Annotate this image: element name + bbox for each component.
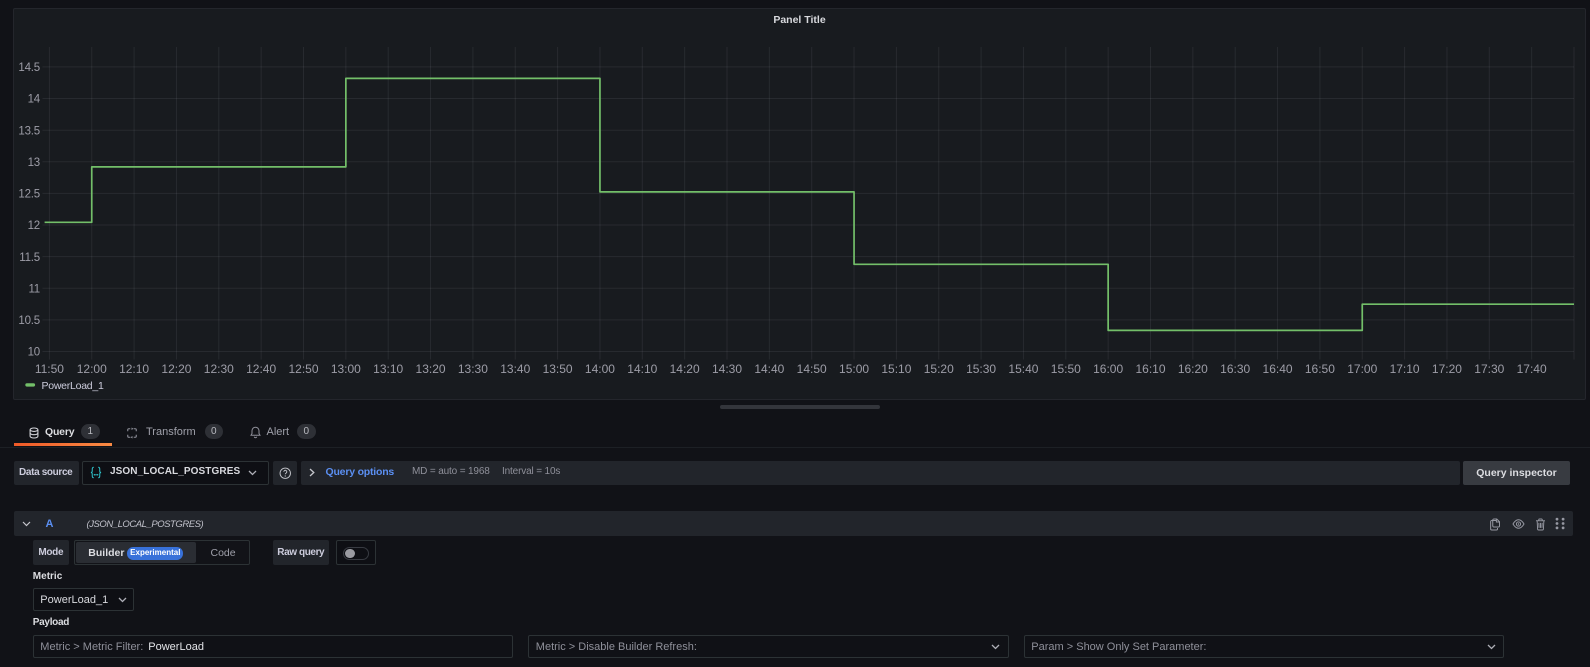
svg-text:16:00: 16:00 [1093,362,1123,376]
svg-text:17:30: 17:30 [1474,362,1504,376]
svg-text:12:50: 12:50 [288,362,318,376]
svg-text:12: 12 [28,220,40,232]
svg-text:16:40: 16:40 [1263,362,1293,376]
svg-text:12:30: 12:30 [204,362,234,376]
svg-text:15:00: 15:00 [839,362,869,376]
svg-text:12.5: 12.5 [18,189,40,201]
svg-text:15:40: 15:40 [1008,362,1038,376]
svg-text:17:40: 17:40 [1517,362,1547,376]
svg-text:15:30: 15:30 [966,362,996,376]
svg-text:16:20: 16:20 [1178,362,1208,376]
svg-text:15:10: 15:10 [881,362,911,376]
svg-text:14:40: 14:40 [754,362,784,376]
svg-text:17:20: 17:20 [1432,362,1462,376]
svg-text:13:50: 13:50 [543,362,573,376]
svg-text:14:50: 14:50 [797,362,827,376]
svg-text:15:50: 15:50 [1051,362,1081,376]
svg-text:11.5: 11.5 [19,252,40,264]
svg-text:14:10: 14:10 [627,362,657,376]
svg-text:14:20: 14:20 [670,362,700,376]
svg-text:16:30: 16:30 [1220,362,1250,376]
svg-text:12:20: 12:20 [161,362,191,376]
svg-text:17:00: 17:00 [1347,362,1377,376]
svg-text:14:30: 14:30 [712,362,742,376]
svg-text:16:50: 16:50 [1305,362,1335,376]
svg-text:10: 10 [28,347,40,359]
svg-text:12:00: 12:00 [77,362,107,376]
svg-text:13:30: 13:30 [458,362,488,376]
svg-text:13:00: 13:00 [331,362,361,376]
svg-text:17:10: 17:10 [1390,362,1420,376]
svg-text:13:10: 13:10 [373,362,403,376]
svg-text:14: 14 [28,94,41,106]
svg-text:11:50: 11:50 [35,362,64,376]
svg-text:12:10: 12:10 [119,362,149,376]
svg-text:PowerLoad_1: PowerLoad_1 [42,380,104,392]
svg-text:13:40: 13:40 [500,362,530,376]
svg-text:13: 13 [28,157,40,169]
svg-text:14.5: 14.5 [18,62,40,74]
svg-text:13.5: 13.5 [18,125,40,137]
svg-text:11: 11 [28,284,40,296]
svg-text:12:40: 12:40 [246,362,276,376]
svg-text:14:00: 14:00 [585,362,615,376]
svg-text:16:10: 16:10 [1135,362,1165,376]
svg-text:13:20: 13:20 [416,362,446,376]
svg-text:15:20: 15:20 [924,362,954,376]
svg-text:10.5: 10.5 [18,315,40,327]
